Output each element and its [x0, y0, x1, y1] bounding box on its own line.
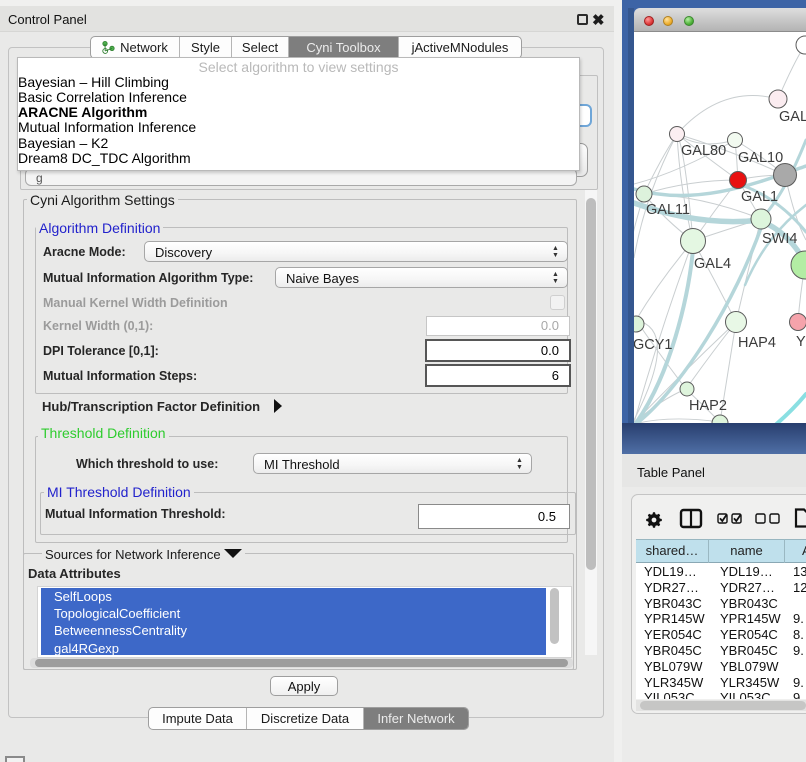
svg-text:GAL80: GAL80 [681, 143, 726, 159]
svg-text:GAL: GAL [779, 109, 806, 125]
svg-text:SWI4: SWI4 [762, 231, 797, 247]
svg-text:GCY1: GCY1 [634, 337, 673, 353]
svg-text:Y: Y [796, 334, 806, 350]
svg-text:GAL4: GAL4 [694, 256, 731, 272]
svg-text:HAP4: HAP4 [738, 335, 776, 351]
svg-text:GAL10: GAL10 [738, 150, 783, 166]
svg-text:GAL1: GAL1 [741, 189, 778, 205]
svg-text:HAP2: HAP2 [689, 398, 727, 414]
svg-text:GAL11: GAL11 [646, 202, 690, 218]
